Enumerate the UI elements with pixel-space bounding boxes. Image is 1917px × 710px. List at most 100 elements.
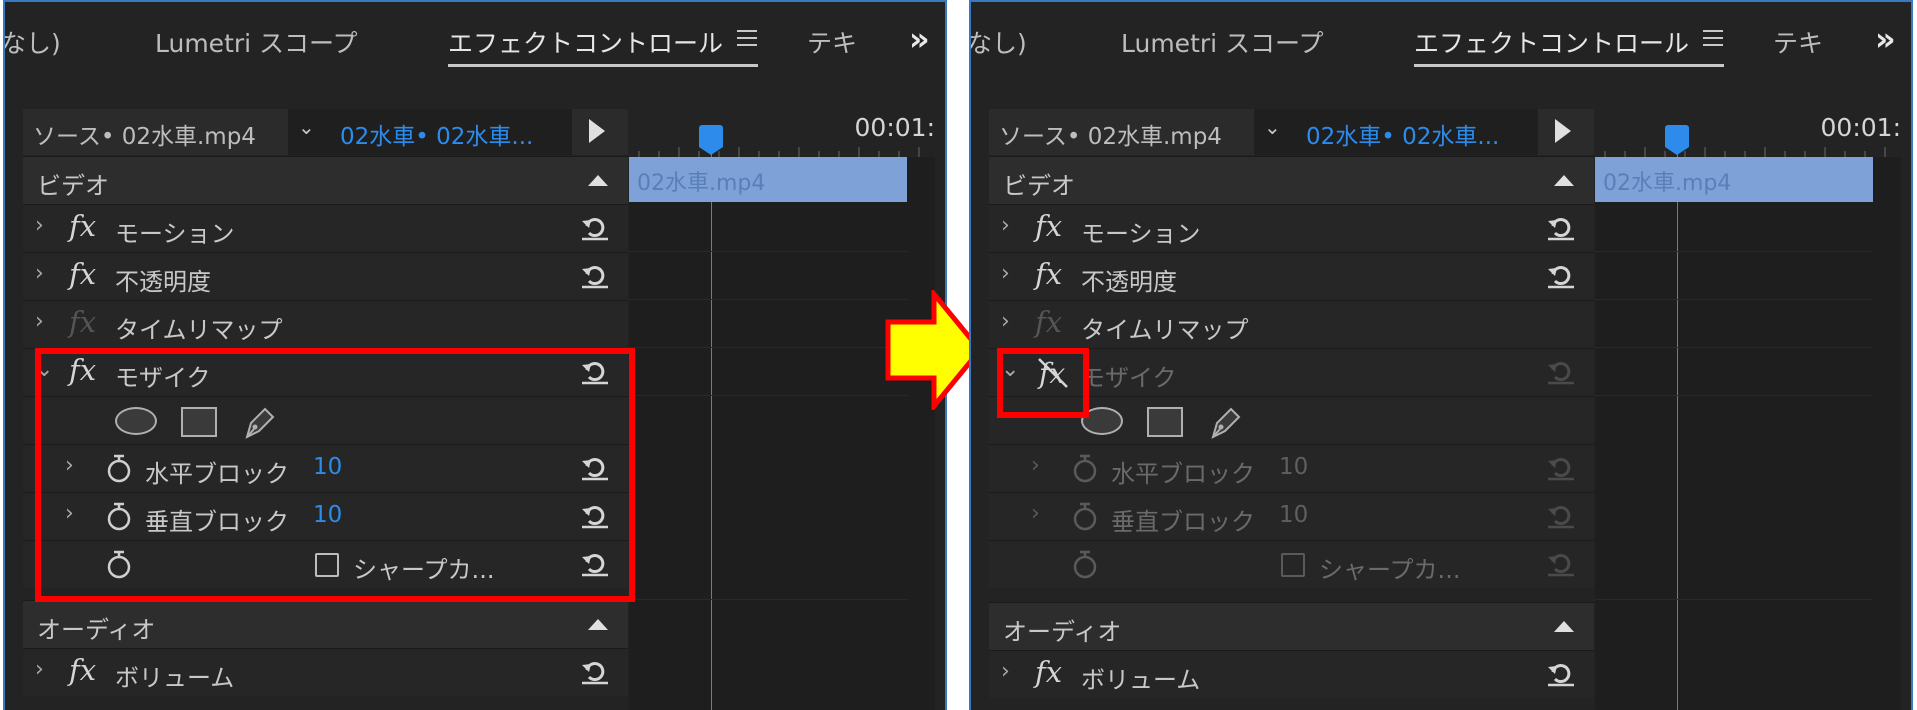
timeline-row <box>629 347 907 395</box>
effect-label: 不透明度 <box>115 268 211 296</box>
fx-toggle-icon[interactable]: fx <box>69 653 96 687</box>
timeline-row <box>629 599 907 647</box>
fx-toggle-icon[interactable]: fx <box>1035 209 1062 243</box>
tab-effect-controls[interactable]: エフェクトコントロール <box>1414 24 1689 60</box>
reset-icon[interactable] <box>580 659 610 685</box>
video-section-header[interactable]: ビデオ <box>989 156 1594 204</box>
effect-row-motion[interactable]: › fx モーション <box>23 204 628 252</box>
tab-truncated-left[interactable]: なし) <box>5 24 61 60</box>
chevron-down-icon: ⌄ <box>1264 115 1281 139</box>
play-icon[interactable] <box>589 119 605 143</box>
chevron-right-icon[interactable]: › <box>1001 309 1010 334</box>
tab-lumetri-scopes[interactable]: Lumetri スコープ <box>1121 24 1324 60</box>
effect-row-opacity[interactable]: › fx 不透明度 <box>989 252 1594 300</box>
playhead-handle[interactable] <box>1665 125 1689 155</box>
chevron-right-icon[interactable]: › <box>1001 261 1010 286</box>
param-row-horizontal-blocks[interactable]: › 水平ブロック 10 <box>989 444 1594 492</box>
fx-toggle-icon[interactable]: fx <box>1035 655 1062 689</box>
collapse-up-icon[interactable] <box>1554 175 1574 186</box>
play-icon[interactable] <box>1555 119 1571 143</box>
source-label[interactable]: ソース• 02水車.mp4 <box>999 117 1222 151</box>
effect-label: 不透明度 <box>1081 268 1177 296</box>
reset-icon[interactable] <box>580 215 610 241</box>
reset-icon[interactable] <box>1546 359 1576 385</box>
panel-menu-icon[interactable] <box>1703 30 1723 48</box>
audio-section-header[interactable]: オーディオ <box>989 602 1594 650</box>
tab-truncated-right[interactable]: テキ <box>1773 24 1823 60</box>
audio-header-label: オーディオ <box>37 616 156 644</box>
fx-toggle-icon[interactable]: fx <box>69 257 96 291</box>
reset-icon[interactable] <box>1546 263 1576 289</box>
effect-label: モーション <box>1081 220 1201 248</box>
more-tabs-icon[interactable]: » <box>1875 20 1896 58</box>
reset-icon[interactable] <box>1546 551 1576 577</box>
chevron-down-icon: ⌄ <box>298 115 315 139</box>
clip-bar[interactable]: 02水車.mp4 <box>629 157 907 202</box>
clip-bar[interactable]: 02水車.mp4 <box>1595 157 1873 202</box>
sequence-clip-dropdown[interactable]: ⌄ 02水車• 02水車... <box>1254 109 1538 155</box>
param-label: 水平ブロック <box>1111 460 1255 488</box>
sharp-colors-checkbox[interactable] <box>1281 553 1305 577</box>
chevron-right-icon[interactable]: › <box>1001 213 1010 238</box>
collapse-up-icon[interactable] <box>588 175 608 186</box>
reset-icon[interactable] <box>580 263 610 289</box>
stopwatch-icon[interactable] <box>1071 550 1099 580</box>
chevron-right-icon[interactable]: › <box>1031 501 1040 526</box>
effect-label: タイムリマップ <box>115 316 283 344</box>
collapse-up-icon[interactable] <box>1554 621 1574 632</box>
timeline-row <box>629 251 907 299</box>
effect-row-time-remap[interactable]: › fx タイムリマップ <box>989 300 1594 348</box>
chevron-right-icon[interactable]: › <box>35 261 44 286</box>
tab-truncated-left[interactable]: なし) <box>971 24 1027 60</box>
reset-icon[interactable] <box>1546 455 1576 481</box>
sequence-clip-dropdown[interactable]: ⌄ 02水車• 02水車... <box>288 109 572 155</box>
param-label: 垂直ブロック <box>1111 508 1255 536</box>
reset-icon[interactable] <box>1546 215 1576 241</box>
audio-section-header[interactable]: オーディオ <box>23 600 628 648</box>
fx-toggle-icon[interactable]: fx <box>1035 305 1062 339</box>
collapse-up-icon[interactable] <box>588 619 608 630</box>
source-label[interactable]: ソース• 02水車.mp4 <box>33 117 256 151</box>
active-tab-underline <box>448 64 758 67</box>
playhead-handle[interactable] <box>699 125 723 155</box>
timeline-row <box>1595 299 1873 347</box>
effect-row-volume[interactable]: › fx ボリューム <box>989 650 1594 698</box>
reset-icon[interactable] <box>1546 661 1576 687</box>
mini-timeline[interactable]: 00:01: 02水車.mp4 <box>1595 109 1901 710</box>
sequence-clip-label: 02水車• 02水車... <box>340 124 534 150</box>
effect-row-motion[interactable]: › fx モーション <box>989 204 1594 252</box>
chevron-right-icon[interactable]: › <box>35 309 44 334</box>
more-tabs-icon[interactable]: » <box>909 20 930 58</box>
effect-row-time-remap[interactable]: › fx タイムリマップ <box>23 300 628 348</box>
stopwatch-icon[interactable] <box>1071 502 1099 532</box>
param-row-vertical-blocks[interactable]: › 垂直ブロック 10 <box>989 492 1594 540</box>
effect-row-volume[interactable]: › fx ボリューム <box>23 648 628 696</box>
fx-toggle-icon[interactable]: fx <box>69 305 96 339</box>
panel-menu-icon[interactable] <box>737 30 757 48</box>
video-section-header[interactable]: ビデオ <box>23 156 628 204</box>
timeline-row <box>629 395 907 443</box>
time-ruler[interactable]: 00:01: <box>629 109 935 157</box>
effect-label: ボリューム <box>115 664 235 692</box>
time-ruler[interactable]: 00:01: <box>1595 109 1901 157</box>
audio-header-label: オーディオ <box>1003 618 1122 646</box>
param-value[interactable]: 10 <box>1279 502 1308 528</box>
fx-toggle-icon[interactable]: fx <box>1035 257 1062 291</box>
stopwatch-icon[interactable] <box>1071 454 1099 484</box>
effect-label: モザイク <box>1081 364 1177 392</box>
rectangle-mask-icon[interactable] <box>1147 407 1183 437</box>
effect-row-opacity[interactable]: › fx 不透明度 <box>23 252 628 300</box>
param-row-sharp-colors[interactable]: シャープカ... <box>989 540 1594 588</box>
param-value[interactable]: 10 <box>1279 454 1308 480</box>
reset-icon[interactable] <box>1546 503 1576 529</box>
chevron-right-icon[interactable]: › <box>35 657 44 682</box>
chevron-right-icon[interactable]: › <box>1001 659 1010 684</box>
fx-toggle-icon[interactable]: fx <box>69 209 96 243</box>
tab-truncated-right[interactable]: テキ <box>807 24 857 60</box>
tab-lumetri-scopes[interactable]: Lumetri スコープ <box>155 24 358 60</box>
effect-label: モーション <box>115 220 235 248</box>
tab-effect-controls[interactable]: エフェクトコントロール <box>448 24 723 60</box>
chevron-right-icon[interactable]: › <box>1031 453 1040 478</box>
chevron-right-icon[interactable]: › <box>35 213 44 238</box>
pen-mask-icon[interactable] <box>1207 403 1245 441</box>
